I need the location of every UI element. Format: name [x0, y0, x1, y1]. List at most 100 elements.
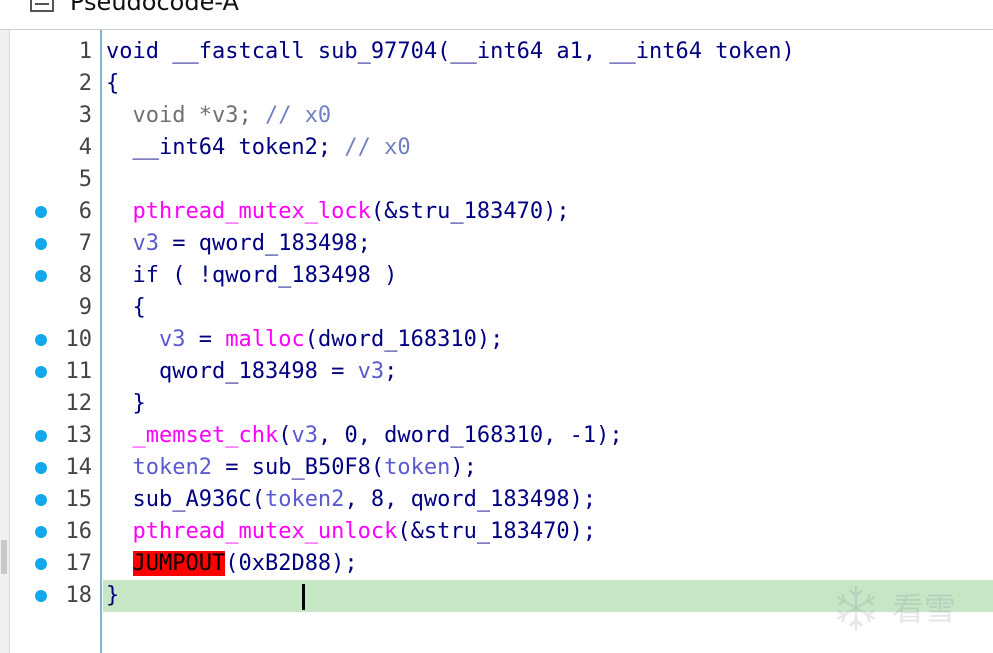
code-token[interactable]: token2	[265, 487, 344, 512]
code-token[interactable]: = qword_183498;	[159, 231, 371, 256]
code-text[interactable]: sub_A936C(token2, 8, qword_183498);	[106, 484, 596, 516]
line-number: 7	[78, 231, 92, 256]
code-token[interactable]: // x0	[265, 103, 331, 128]
breakpoint-marker-icon[interactable]	[35, 526, 47, 538]
code-token[interactable]: token2	[133, 455, 212, 480]
code-line[interactable]: 6 pthread_mutex_lock(&stru_183470);	[0, 196, 993, 228]
code-token[interactable]: {	[106, 295, 145, 320]
pseudocode-editor[interactable]: 1 void __fastcall sub_97704(__int64 a1, _…	[0, 36, 993, 612]
code-text[interactable]: if ( !qword_183498 )	[106, 260, 397, 292]
jumpout-error-token[interactable]: JUMPOUT	[132, 551, 226, 576]
code-text[interactable]: v3 = qword_183498;	[106, 228, 371, 260]
code-line[interactable]: 5	[0, 164, 993, 196]
code-token[interactable]	[106, 551, 133, 576]
code-token[interactable]: ;	[384, 359, 397, 384]
code-token[interactable]: {	[106, 71, 119, 96]
code-text[interactable]: __int64 token2; // x0	[106, 132, 410, 164]
code-token[interactable]: v3	[291, 423, 318, 448]
breakpoint-marker-icon[interactable]	[35, 334, 47, 346]
line-number: 2	[78, 71, 92, 96]
code-token[interactable]: v3	[358, 359, 385, 384]
code-text[interactable]: _memset_chk(v3, 0, dword_168310, -1);	[106, 420, 623, 452]
code-token[interactable]	[106, 519, 133, 544]
code-line[interactable]: 11 qword_183498 = v3;	[0, 356, 993, 388]
code-token[interactable]: (0xB2D88);	[225, 551, 357, 576]
code-token[interactable]	[106, 199, 133, 224]
line-number: 14	[65, 455, 93, 480]
code-token[interactable]: }	[106, 391, 145, 416]
breakpoint-marker-icon[interactable]	[35, 238, 47, 250]
breakpoint-marker-icon[interactable]	[35, 430, 47, 442]
line-number: 16	[65, 519, 93, 544]
code-token[interactable]: }	[106, 583, 119, 608]
breakpoint-marker-icon[interactable]	[35, 366, 47, 378]
line-number: 4	[78, 135, 92, 160]
code-text[interactable]: qword_183498 = v3;	[106, 356, 397, 388]
breakpoint-marker-icon[interactable]	[35, 206, 47, 218]
code-line[interactable]: 2{	[0, 68, 993, 100]
code-text[interactable]: {	[106, 292, 145, 324]
code-line[interactable]: 3 void *v3; // x0	[0, 100, 993, 132]
code-line[interactable]: 12 }	[0, 388, 993, 420]
code-token[interactable]: (&stru_183470);	[371, 199, 570, 224]
code-token[interactable]: pthread_mutex_unlock	[133, 519, 398, 544]
code-text[interactable]: JUMPOUT(0xB2D88);	[106, 548, 358, 580]
code-line[interactable]: 1 void __fastcall sub_97704(__int64 a1, _…	[0, 36, 993, 68]
code-token[interactable]: v3	[159, 327, 186, 352]
code-text[interactable]: }	[106, 580, 119, 612]
code-line[interactable]: 7 v3 = qword_183498;	[0, 228, 993, 260]
tab-title[interactable]: Pseudocode-A	[70, 0, 239, 16]
code-line[interactable]: 13 _memset_chk(v3, 0, dword_168310, -1);	[0, 420, 993, 452]
code-token[interactable]	[106, 327, 159, 352]
pseudocode-view-icon	[30, 0, 54, 12]
code-text[interactable]: void *v3; // x0	[106, 100, 331, 132]
breakpoint-marker-icon[interactable]	[35, 590, 47, 602]
code-token[interactable]: token	[384, 455, 450, 480]
code-token[interactable]: =	[185, 327, 225, 352]
code-token[interactable]: (&stru_183470);	[397, 519, 596, 544]
code-token[interactable]: (	[278, 423, 291, 448]
code-text[interactable]: }	[106, 388, 145, 420]
line-number: 12	[65, 391, 93, 416]
line-number: 11	[65, 359, 93, 384]
code-token[interactable]	[106, 231, 133, 256]
breakpoint-marker-icon[interactable]	[35, 462, 47, 474]
code-text[interactable]: void __fastcall sub_97704(__int64 a1, __…	[106, 36, 795, 68]
code-token[interactable]: void *v3;	[106, 103, 265, 128]
code-token[interactable]	[106, 455, 133, 480]
code-token[interactable]: pthread_mutex_lock	[133, 199, 371, 224]
code-token[interactable]: malloc	[225, 327, 304, 352]
code-token[interactable]: , 8, qword_183498);	[344, 487, 596, 512]
code-token[interactable]: // x0	[344, 135, 410, 160]
code-line[interactable]: 15 sub_A936C(token2, 8, qword_183498);	[0, 484, 993, 516]
code-token[interactable]: );	[450, 455, 477, 480]
code-token[interactable]: = sub_B50F8(	[212, 455, 384, 480]
code-line[interactable]: 10 v3 = malloc(dword_168310);	[0, 324, 993, 356]
code-token[interactable]: qword_183498 =	[106, 359, 358, 384]
code-token[interactable]: v3	[133, 231, 160, 256]
code-token[interactable]: , 0, dword_168310, -1);	[318, 423, 623, 448]
code-text[interactable]: pthread_mutex_lock(&stru_183470);	[106, 196, 570, 228]
code-token[interactable]: _memset_chk	[133, 423, 279, 448]
code-token[interactable]: void __fastcall sub_97704(__int64 a1, __…	[106, 39, 795, 64]
code-line[interactable]: 4 __int64 token2; // x0	[0, 132, 993, 164]
code-text[interactable]: v3 = malloc(dword_168310);	[106, 324, 503, 356]
code-line[interactable]: 8 if ( !qword_183498 )	[0, 260, 993, 292]
code-text[interactable]: {	[106, 68, 119, 100]
code-text[interactable]: pthread_mutex_unlock(&stru_183470);	[106, 516, 597, 548]
breakpoint-marker-icon[interactable]	[35, 558, 47, 570]
code-text[interactable]: token2 = sub_B50F8(token);	[106, 452, 477, 484]
line-number: 15	[65, 487, 93, 512]
code-token[interactable]: if ( !qword_183498 )	[106, 263, 397, 288]
code-line[interactable]: 16 pthread_mutex_unlock(&stru_183470);	[0, 516, 993, 548]
line-number: 6	[78, 199, 92, 224]
code-line[interactable]: 17 JUMPOUT(0xB2D88);	[0, 548, 993, 580]
code-token[interactable]: sub_A936C(	[106, 487, 264, 512]
code-line[interactable]: 9 {	[0, 292, 993, 324]
breakpoint-marker-icon[interactable]	[35, 494, 47, 506]
breakpoint-marker-icon[interactable]	[35, 270, 47, 282]
code-token[interactable]: __int64 token2;	[106, 135, 344, 160]
code-line[interactable]: 14 token2 = sub_B50F8(token);	[0, 452, 993, 484]
code-token[interactable]	[106, 423, 133, 448]
code-token[interactable]: (dword_168310);	[305, 327, 504, 352]
